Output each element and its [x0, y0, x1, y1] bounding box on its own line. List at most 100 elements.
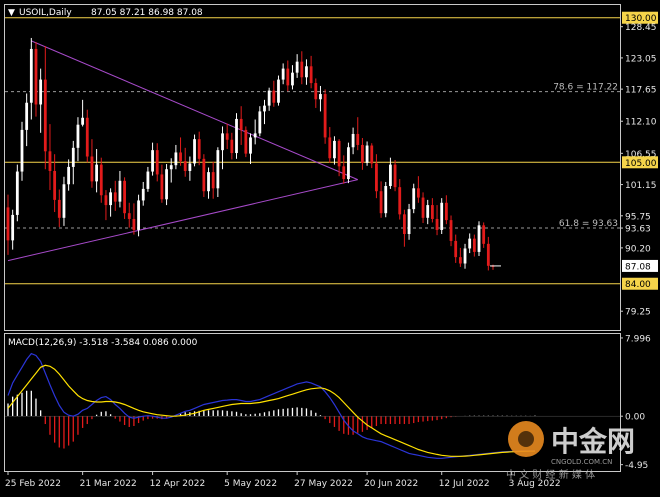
- candle: [90, 156, 94, 182]
- price-tick-label: 79.25: [625, 308, 651, 318]
- candle: [323, 94, 327, 138]
- candle: [221, 133, 224, 151]
- candle: [11, 214, 15, 241]
- price-tick-label: 90.20: [625, 244, 651, 254]
- price-tick-label: 101.15: [625, 181, 657, 191]
- candle: [286, 68, 290, 86]
- candle: [239, 118, 243, 130]
- candle: [67, 166, 71, 185]
- candle: [137, 200, 140, 230]
- candle: [174, 152, 178, 166]
- price-tick-label: 95.75: [625, 212, 651, 222]
- candle: [34, 48, 38, 105]
- candle: [29, 48, 33, 103]
- candle: [398, 187, 402, 215]
- candle: [319, 94, 322, 100]
- candle: [277, 79, 280, 103]
- candle: [15, 171, 19, 215]
- candle: [197, 139, 201, 159]
- candle: [258, 111, 262, 134]
- candle: [314, 83, 318, 100]
- candle: [202, 158, 206, 192]
- candle: [249, 137, 252, 154]
- candle: [263, 105, 266, 112]
- candle: [370, 145, 374, 164]
- candle: [328, 137, 332, 159]
- candle: [389, 164, 392, 187]
- candle: [375, 163, 378, 192]
- candle: [342, 166, 346, 180]
- candle: [356, 133, 360, 145]
- candle: [160, 174, 164, 200]
- candle: [430, 205, 434, 219]
- candle: [468, 238, 472, 249]
- candle: [281, 68, 285, 80]
- x-tick-label: 12 Apr 2022: [150, 479, 206, 489]
- level-label: 61.8 = 93.63: [559, 219, 618, 229]
- candle: [267, 90, 271, 106]
- candle: [449, 220, 453, 241]
- level-label: 78.6 = 117.22: [553, 83, 618, 93]
- candle: [216, 150, 220, 189]
- candle: [113, 192, 117, 202]
- candle: [193, 139, 196, 164]
- candle: [211, 172, 215, 189]
- ohlc-readout: 87.05 87.21 86.98 87.08: [91, 8, 203, 18]
- candle: [347, 147, 350, 180]
- candle: [333, 140, 336, 159]
- macd-tick-label: -4.95: [625, 461, 648, 471]
- candle: [435, 218, 439, 230]
- candle: [253, 133, 257, 138]
- candle: [379, 191, 383, 214]
- candle: [85, 117, 89, 157]
- candle: [454, 240, 458, 258]
- candle: [6, 207, 10, 241]
- macd-tick-label: 0.00: [625, 413, 645, 423]
- candle: [309, 66, 313, 84]
- symbol-dropdown-icon[interactable]: ▼: [8, 8, 15, 18]
- price-tick-label: 87.08: [625, 262, 651, 272]
- x-tick-label: 25 Feb 2022: [5, 479, 61, 489]
- candle: [95, 164, 99, 182]
- candle: [426, 205, 430, 218]
- candle: [20, 129, 24, 172]
- price-tick-label: 84.00: [625, 280, 651, 290]
- price-tick-label: 112.10: [625, 118, 657, 128]
- candle: [127, 213, 131, 219]
- price-tick-label: 128.45: [625, 23, 657, 33]
- candle: [421, 197, 425, 218]
- candle: [412, 188, 416, 210]
- candle: [146, 171, 150, 189]
- candle: [123, 180, 126, 214]
- candle: [53, 170, 57, 200]
- candle: [43, 79, 47, 152]
- candle: [62, 184, 66, 218]
- candle: [458, 257, 462, 264]
- candle: [291, 72, 294, 86]
- watermark-logo-text: 中金网: [551, 425, 635, 458]
- x-tick-label: 12 Jul 2022: [439, 479, 490, 489]
- candle: [225, 133, 229, 140]
- candle: [48, 151, 52, 171]
- candle: [141, 188, 145, 201]
- candle: [207, 172, 210, 192]
- candle: [486, 243, 490, 266]
- x-tick-label: 20 Jun 2022: [364, 479, 418, 489]
- macd-label: MACD(12,26,9) -3.518 -3.584 0.086 0.000: [8, 338, 198, 348]
- price-tick-label: 93.63: [625, 225, 651, 235]
- watermark-tagline: 中 文 财 经 新 媒 体: [506, 468, 595, 481]
- candle: [81, 117, 85, 125]
- candle: [407, 209, 411, 235]
- candle: [361, 144, 364, 163]
- candle: [39, 79, 43, 105]
- price-tick-label: 117.65: [625, 86, 657, 96]
- candle: [57, 199, 61, 218]
- candle: [76, 124, 80, 148]
- candle: [99, 164, 103, 196]
- candle: [155, 150, 159, 175]
- candle: [416, 188, 420, 198]
- candle: [463, 248, 467, 264]
- cngold-logo-inner: [518, 431, 534, 447]
- macd-tick-label: 7.996: [625, 334, 651, 344]
- candle: [337, 140, 341, 167]
